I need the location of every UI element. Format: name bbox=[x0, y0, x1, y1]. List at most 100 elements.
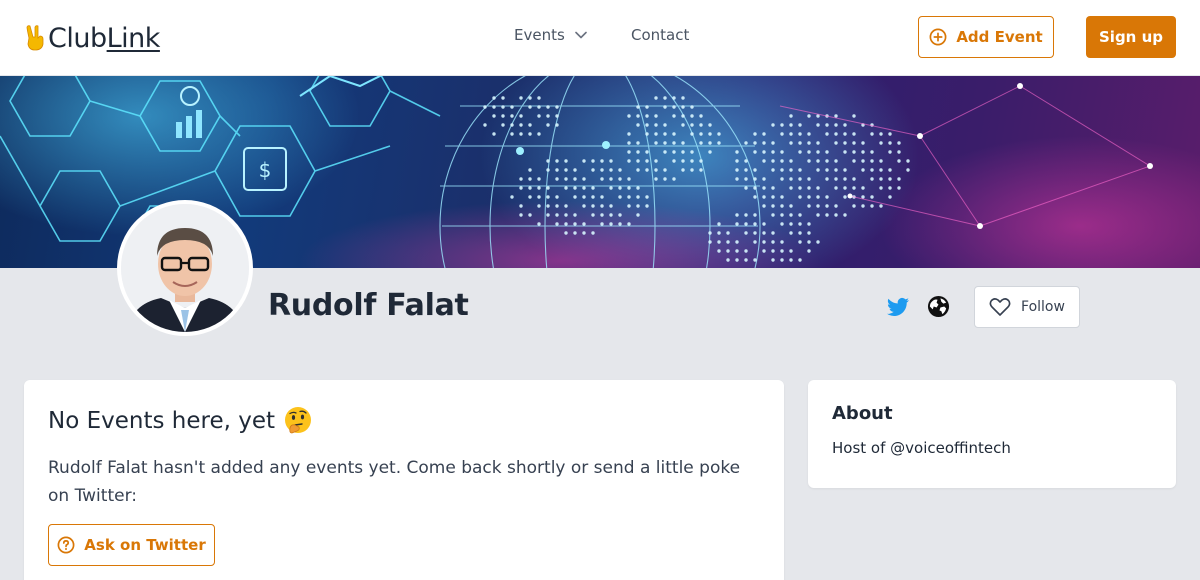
banner-dot bbox=[636, 213, 640, 217]
banner-dot bbox=[825, 123, 829, 127]
banner-dot bbox=[771, 258, 775, 262]
twitter-icon[interactable] bbox=[886, 295, 910, 319]
banner-dot bbox=[870, 168, 874, 172]
banner-dot bbox=[654, 141, 658, 145]
banner-dot bbox=[879, 204, 883, 208]
banner-dot bbox=[501, 114, 505, 118]
banner-dot bbox=[834, 159, 838, 163]
banner-dot bbox=[708, 123, 712, 127]
banner-dot bbox=[636, 186, 640, 190]
banner-dot bbox=[627, 141, 631, 145]
banner-dot bbox=[528, 168, 532, 172]
banner-dot bbox=[789, 204, 793, 208]
banner-dot bbox=[843, 150, 847, 154]
banner-dot bbox=[834, 123, 838, 127]
events-empty-title-text: No Events here, yet bbox=[48, 408, 276, 434]
banner-dot bbox=[735, 240, 739, 244]
banner-dot bbox=[816, 186, 820, 190]
banner-dot bbox=[771, 168, 775, 172]
events-empty-title: No Events here, yet bbox=[48, 406, 313, 436]
banner-dot bbox=[852, 159, 856, 163]
banner-dot bbox=[861, 195, 865, 199]
banner-dot bbox=[591, 231, 595, 235]
nav-events-dropdown[interactable]: Events bbox=[514, 26, 587, 44]
banner-dot bbox=[735, 213, 739, 217]
banner-dot bbox=[591, 213, 595, 217]
banner-dot bbox=[897, 150, 901, 154]
banner-dot bbox=[627, 159, 631, 163]
banner-dot bbox=[753, 186, 757, 190]
banner-dot bbox=[888, 177, 892, 181]
signup-button[interactable]: Sign up bbox=[1086, 16, 1176, 58]
banner-dot bbox=[744, 249, 748, 253]
banner-dot bbox=[789, 186, 793, 190]
about-card: About Host of @voiceoffintech bbox=[808, 380, 1176, 488]
ask-on-twitter-button[interactable]: Ask on Twitter bbox=[48, 524, 215, 566]
banner-dot bbox=[807, 249, 811, 253]
banner-dot bbox=[852, 132, 856, 136]
banner-dot bbox=[834, 213, 838, 217]
banner-dot bbox=[681, 159, 685, 163]
banner-dot bbox=[825, 150, 829, 154]
banner-dot bbox=[528, 186, 532, 190]
banner-dot bbox=[672, 96, 676, 100]
banner-dot bbox=[528, 96, 532, 100]
banner-dot bbox=[735, 150, 739, 154]
banner-dot bbox=[825, 168, 829, 172]
banner-dot bbox=[690, 168, 694, 172]
globe-icon[interactable] bbox=[927, 295, 950, 318]
banner-dot bbox=[825, 213, 829, 217]
banner-dot bbox=[834, 177, 838, 181]
plus-circle-icon bbox=[929, 28, 947, 46]
clublink-logo[interactable]: ClubLink bbox=[26, 21, 160, 55]
banner-dot bbox=[645, 114, 649, 118]
banner-dot bbox=[888, 150, 892, 154]
profile-name: Rudolf Falat bbox=[268, 288, 469, 323]
question-circle-icon bbox=[57, 536, 75, 554]
banner-dot bbox=[897, 159, 901, 163]
add-event-button[interactable]: Add Event bbox=[918, 16, 1054, 58]
banner-dot bbox=[573, 168, 577, 172]
banner-dot bbox=[735, 258, 739, 262]
banner-dot bbox=[609, 213, 613, 217]
nav-events-label: Events bbox=[514, 26, 565, 44]
banner-dot bbox=[609, 204, 613, 208]
banner-dot bbox=[681, 105, 685, 109]
banner-dot bbox=[834, 204, 838, 208]
banner-dot bbox=[546, 213, 550, 217]
banner-dot bbox=[663, 168, 667, 172]
banner-dot bbox=[699, 168, 703, 172]
ask-on-twitter-label: Ask on Twitter bbox=[84, 536, 206, 554]
banner-dot bbox=[807, 114, 811, 118]
banner-dot bbox=[888, 186, 892, 190]
banner-dot bbox=[528, 123, 532, 127]
banner-dot bbox=[546, 204, 550, 208]
banner-dot bbox=[519, 114, 523, 118]
banner-dot bbox=[546, 105, 550, 109]
banner-dot bbox=[870, 132, 874, 136]
banner-dot bbox=[816, 150, 820, 154]
banner-dot bbox=[825, 132, 829, 136]
banner-dot bbox=[762, 150, 766, 154]
banner-dot bbox=[492, 132, 496, 136]
banner-dot bbox=[537, 105, 541, 109]
banner-dot bbox=[573, 222, 577, 226]
banner-dot bbox=[519, 186, 523, 190]
banner-dot bbox=[690, 114, 694, 118]
logo-text-link: Link bbox=[106, 22, 161, 54]
banner-dot bbox=[645, 132, 649, 136]
banner-dot bbox=[906, 159, 910, 163]
nav-contact-link[interactable]: Contact bbox=[631, 26, 689, 44]
banner-dot bbox=[843, 186, 847, 190]
banner-dot bbox=[564, 159, 568, 163]
banner-dot bbox=[699, 123, 703, 127]
banner-dot bbox=[762, 159, 766, 163]
banner-dot bbox=[546, 186, 550, 190]
follow-button[interactable]: Follow bbox=[974, 286, 1080, 328]
banner-dot bbox=[708, 231, 712, 235]
banner-dot bbox=[645, 123, 649, 127]
banner-dot bbox=[798, 141, 802, 145]
banner-dot bbox=[780, 204, 784, 208]
banner-dot bbox=[627, 132, 631, 136]
banner-dot bbox=[672, 150, 676, 154]
